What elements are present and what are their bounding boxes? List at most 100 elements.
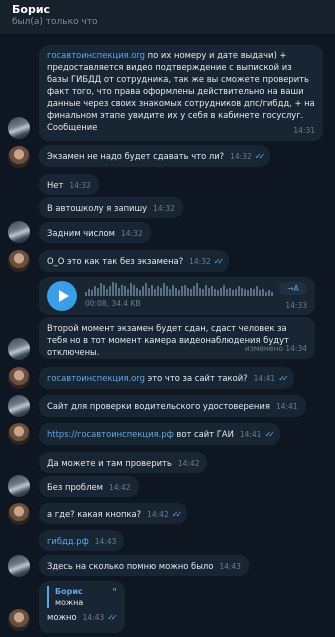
site-link[interactable]: https://госавтоинспекция.рф <box>47 429 174 439</box>
message-time: 14:34 <box>285 344 307 353</box>
message-text: Нет <box>47 180 64 190</box>
avatar[interactable] <box>8 609 30 631</box>
avatar[interactable] <box>8 503 30 525</box>
read-check-icon: ✓✓ <box>213 257 225 266</box>
message-text-tail: Сообщение <box>47 122 98 132</box>
avatar[interactable] <box>8 146 30 168</box>
message-bubble[interactable]: О_О это как так без экзамена? 14:32 ✓✓ <box>39 250 230 272</box>
waveform-bar <box>217 290 219 296</box>
message-bubble[interactable]: Да можете и там проверить 14:42 <box>39 452 208 473</box>
chat-header[interactable]: Борис был(а) только что <box>0 0 335 35</box>
message-bubble[interactable]: госавтоинспекция.org это что за сайт так… <box>39 367 294 389</box>
message-bubble[interactable]: Без проблем 14:42 <box>39 476 139 497</box>
waveform-bar <box>121 285 123 296</box>
message-bubble[interactable]: Сайт для проверки водительского удостове… <box>39 395 306 417</box>
message-bubble[interactable]: госавтоинспекция.org по их номеру и дате… <box>39 45 323 141</box>
message-time: 14:42 <box>177 459 200 468</box>
message-time: 14:42 <box>108 483 131 492</box>
waveform-bar <box>91 290 93 296</box>
read-check-icon: ✓✓ <box>278 374 289 383</box>
message-bubble[interactable]: Здесь на сколько помню можно было 14:43 <box>39 555 249 576</box>
message-time: 14:43 <box>82 613 105 622</box>
waveform-bar <box>250 288 252 296</box>
message-bubble[interactable]: Экзамен не надо будет сдавать что ли? 14:… <box>39 145 271 167</box>
waveform-bar <box>184 285 186 296</box>
waveform-bar <box>208 288 210 296</box>
message-bubble[interactable]: Задним числом 14:32 <box>39 222 151 243</box>
read-check-icon: ✓✓ <box>107 613 118 622</box>
waveform-bar <box>220 288 222 296</box>
waveform-bar <box>97 288 99 296</box>
waveform-bar <box>214 289 216 296</box>
site-link[interactable]: госавтоинспекция.org <box>47 50 145 60</box>
avatar[interactable] <box>8 423 30 445</box>
message-bubble[interactable]: Борис можна " можно 14:43 ✓✓ <box>39 581 125 633</box>
waveform-bar <box>115 283 117 296</box>
edited-label: изменено <box>244 344 283 353</box>
play-icon[interactable] <box>47 281 77 311</box>
avatar[interactable] <box>8 338 30 360</box>
message-text: Экзамен не надо будет сдавать что ли? <box>47 151 225 161</box>
avatar[interactable] <box>8 395 30 417</box>
waveform-bar <box>109 286 111 296</box>
waveform-bar <box>181 286 183 296</box>
message-text: а где? какая кнопка? <box>47 509 142 519</box>
voice-message[interactable]: 00:08, 34.4 KB →A 14:33 <box>39 277 315 315</box>
transcribe-button[interactable]: →A <box>279 282 307 295</box>
waveform-bar <box>229 288 231 296</box>
contact-name[interactable]: Борис <box>12 3 50 16</box>
message-time: 14:42 <box>147 510 169 519</box>
message-time: 14:41 <box>275 402 298 411</box>
message-bubble[interactable]: https://госавтоинспекция.рф вот сайт ГАИ… <box>39 423 280 445</box>
reply-quote[interactable]: Борис можна " <box>47 586 117 608</box>
waveform-bar <box>169 289 171 296</box>
waveform-bar <box>241 288 243 296</box>
quote-author: Борис <box>55 587 83 596</box>
message-bubble[interactable]: Второй момент экзамен будет сдан, сдаст … <box>39 317 315 359</box>
message-text: можно <box>47 612 77 622</box>
waveform-bar <box>151 285 153 296</box>
message-bubble[interactable]: гибдд.рф 14:43 <box>39 530 125 551</box>
waveform-bar <box>166 286 168 296</box>
avatar[interactable] <box>8 475 30 497</box>
site-link[interactable]: гибдд.рф <box>47 536 89 546</box>
voice-waveform[interactable] <box>85 282 275 296</box>
message-text: О_О это как так без экзамена? <box>47 256 184 266</box>
waveform-bar <box>259 290 261 296</box>
waveform-bar <box>247 290 249 296</box>
waveform-bar <box>118 288 120 296</box>
waveform-bar <box>154 289 156 296</box>
message-time: 14:31 <box>293 126 315 135</box>
waveform-bar <box>127 289 129 296</box>
waveform-bar <box>256 286 258 296</box>
message-time: 14:32 <box>189 257 211 266</box>
waveform-bar <box>202 289 204 296</box>
avatar[interactable] <box>8 367 30 389</box>
avatar[interactable] <box>8 221 30 243</box>
contact-status: был(а) только что <box>12 17 98 27</box>
waveform-bar <box>235 289 237 296</box>
avatar[interactable] <box>8 555 30 577</box>
message-bubble[interactable]: В автошколу я запишу 14:32 <box>39 197 183 218</box>
avatar[interactable] <box>8 250 30 272</box>
waveform-bar <box>211 286 213 296</box>
waveform-bar <box>190 289 192 296</box>
avatar[interactable] <box>8 117 30 139</box>
site-link[interactable]: госавтоинспекция.org <box>47 373 145 383</box>
waveform-bar <box>199 288 201 296</box>
waveform-bar <box>223 285 225 296</box>
waveform-bar <box>85 292 87 296</box>
message-text: В автошколу я запишу <box>47 203 148 213</box>
waveform-bar <box>160 288 162 296</box>
message-text: по их номеру и дате выдачи) + предоставл… <box>47 50 315 120</box>
quote-text: можна <box>55 598 84 607</box>
waveform-bar <box>226 289 228 296</box>
message-bubble[interactable]: Нет 14:32 <box>39 174 99 195</box>
waveform-bar <box>100 283 102 296</box>
message-list[interactable]: госавтоинспекция.org по их номеру и дате… <box>0 35 335 637</box>
message-text: Сайт для проверки водительского удостове… <box>47 401 270 411</box>
message-time: 14:32 <box>230 152 252 161</box>
waveform-bar <box>88 289 90 296</box>
message-bubble[interactable]: а где? какая кнопка? 14:42 ✓✓ <box>39 503 188 524</box>
message-text: Да можете и там проверить <box>47 458 172 468</box>
